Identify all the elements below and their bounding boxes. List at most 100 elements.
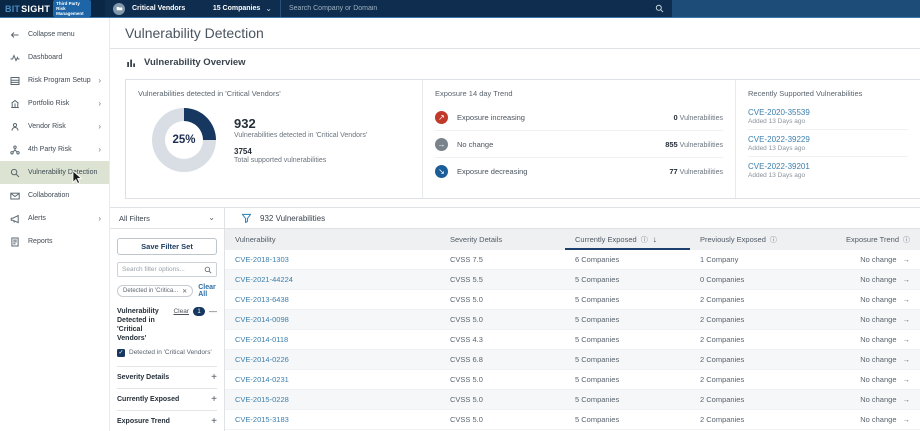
arrow-right-icon: → bbox=[903, 375, 911, 384]
total-count-caption: Total supported vulnerabilities bbox=[234, 157, 367, 164]
bitsight-logo[interactable]: BIT SIGHT Third Party Risk Management bbox=[0, 0, 105, 17]
header-vulnerability[interactable]: Vulnerability bbox=[225, 229, 440, 250]
exposure-trend-cell: No change → bbox=[815, 375, 920, 384]
exposure-trend-cell: No change → bbox=[815, 395, 920, 404]
donut-chart: 25% bbox=[152, 108, 216, 172]
main-content: Vulnerability Detection Vulnerability Ov… bbox=[110, 18, 920, 431]
header-currently-exposed[interactable]: Currently Exposed ⓘ ↓ bbox=[565, 229, 690, 250]
severity-cell: CVSS 5.0 bbox=[440, 315, 565, 324]
cve-link[interactable]: CVE-2015-0228 bbox=[225, 395, 440, 404]
header-severity-details[interactable]: Severity Details bbox=[440, 229, 565, 250]
filter-group-severity-details[interactable]: Severity Details + bbox=[117, 366, 217, 388]
cve-link[interactable]: CVE-2020-35539 bbox=[748, 108, 908, 117]
search-input[interactable] bbox=[289, 5, 655, 12]
cve-link[interactable]: CVE-2022-39201 bbox=[748, 162, 908, 171]
severity-cell: CVSS 5.0 bbox=[440, 415, 565, 424]
cve-link[interactable]: CVE-2013-6438 bbox=[225, 295, 440, 304]
search-icon[interactable] bbox=[655, 4, 664, 13]
sidebar-item-reports[interactable]: Reports bbox=[0, 230, 109, 253]
arrow-left-icon bbox=[10, 30, 20, 40]
filter-group-exposure-trend[interactable]: Exposure Trend + bbox=[117, 410, 217, 431]
sidebar-item-label: Reports bbox=[28, 238, 53, 245]
trend-row: ↘ Exposure decreasing 77 Vulnerabilities bbox=[435, 158, 723, 185]
trend-flat-icon: → bbox=[435, 138, 448, 151]
header-previously-exposed[interactable]: Previously Exposed ⓘ bbox=[690, 229, 815, 250]
filter-chip[interactable]: Detected in 'Critica... ✕ bbox=[117, 285, 193, 297]
recent-vulnerability-item: CVE-2022-39201 Added 13 Days ago bbox=[748, 157, 908, 183]
sidebar-item-dashboard[interactable]: Dashboard bbox=[0, 46, 109, 69]
currently-exposed-cell: 5 Companies bbox=[565, 335, 690, 344]
chevron-right-icon: › bbox=[98, 145, 101, 154]
filter-group-currently-exposed[interactable]: Currently Exposed + bbox=[117, 388, 217, 410]
added-date: Added 13 Days ago bbox=[748, 145, 908, 152]
info-icon[interactable]: ⓘ bbox=[903, 235, 910, 245]
header-exposure-trend[interactable]: Exposure Trend ⓘ bbox=[815, 229, 920, 250]
exposure-trend-cell: No change → bbox=[815, 415, 920, 424]
currently-exposed-cell: 5 Companies bbox=[565, 315, 690, 324]
trend-panel-title: Exposure 14 day Trend bbox=[435, 89, 723, 98]
cve-link[interactable]: CVE-2018-1303 bbox=[225, 255, 440, 264]
filter-panel: Save Filter Set Detected in 'Critica... … bbox=[110, 229, 225, 431]
chevron-right-icon: › bbox=[98, 99, 101, 108]
table-body: CVE-2018-1303 CVSS 7.5 6 Companies 1 Com… bbox=[225, 250, 920, 431]
clear-all-link[interactable]: Clear All bbox=[198, 284, 217, 298]
logo-text-sight: SIGHT bbox=[21, 4, 50, 14]
top-navigation-bar: BIT SIGHT Third Party Risk Management Cr… bbox=[0, 0, 920, 18]
sidebar-item-alerts[interactable]: Alerts › bbox=[0, 207, 109, 230]
collapse-minus-icon[interactable]: — bbox=[209, 307, 217, 316]
folder-tier-icon bbox=[113, 3, 125, 15]
filter-count-badge: 1 bbox=[193, 307, 205, 316]
result-count: 932 Vulnerabilities bbox=[260, 214, 325, 223]
filter-search-input[interactable] bbox=[122, 266, 201, 273]
checkbox-checked[interactable]: ✓ bbox=[117, 349, 125, 357]
sidebar-item-portfolio-risk[interactable]: Portfolio Risk › bbox=[0, 92, 109, 115]
cve-link[interactable]: CVE-2015-3183 bbox=[225, 415, 440, 424]
donut-percent-label: 25% bbox=[172, 134, 195, 146]
sort-descending-icon[interactable]: ↓ bbox=[653, 235, 657, 244]
severity-cell: CVSS 5.5 bbox=[440, 275, 565, 284]
cve-link[interactable]: CVE-2021-44224 bbox=[225, 275, 440, 284]
cve-link[interactable]: CVE-2014-0118 bbox=[225, 335, 440, 344]
table-row: CVE-2015-3183 CVSS 5.0 5 Companies 2 Com… bbox=[225, 410, 920, 430]
save-filter-set-button[interactable]: Save Filter Set bbox=[117, 238, 217, 255]
sidebar-item-collaboration[interactable]: Collaboration bbox=[0, 184, 109, 207]
sidebar-item-vendor-risk[interactable]: Vendor Risk › bbox=[0, 115, 109, 138]
chevron-right-icon: › bbox=[98, 214, 101, 223]
companies-dropdown[interactable]: 15 Companies bbox=[213, 5, 260, 12]
all-filters-dropdown[interactable]: All Filters ⌄ bbox=[110, 208, 225, 228]
context-selector: Critical Vendors 15 Companies ⌄ bbox=[105, 0, 280, 17]
currently-exposed-cell: 5 Companies bbox=[565, 375, 690, 384]
cve-link[interactable]: CVE-2022-39229 bbox=[748, 135, 908, 144]
clear-filter-link[interactable]: Clear bbox=[173, 308, 189, 315]
sidebar-item-label: 4th Party Risk bbox=[28, 146, 72, 153]
vulnerability-overview-card: Vulnerabilities detected in 'Critical Ve… bbox=[125, 79, 920, 199]
risk-program-icon bbox=[10, 76, 20, 86]
cve-link[interactable]: CVE-2014-0098 bbox=[225, 315, 440, 324]
context-name: Critical Vendors bbox=[132, 5, 185, 12]
table-row: CVE-2018-1303 CVSS 7.5 6 Companies 1 Com… bbox=[225, 250, 920, 270]
trend-label: No change bbox=[457, 140, 493, 149]
checkbox-label: Detected in 'Critical Vendors' bbox=[129, 349, 212, 357]
close-icon[interactable]: ✕ bbox=[182, 288, 187, 295]
trend-row: ↗ Exposure increasing 0 Vulnerabilities bbox=[435, 104, 723, 131]
severity-cell: CVSS 7.5 bbox=[440, 255, 565, 264]
trend-rows: ↗ Exposure increasing 0 Vulnerabilities … bbox=[435, 104, 723, 185]
arrow-right-icon: → bbox=[903, 355, 911, 364]
logo-text-bit: BIT bbox=[5, 4, 20, 14]
sidebar-item-risk-program-setup[interactable]: Risk Program Setup › bbox=[0, 69, 109, 92]
info-icon[interactable]: ⓘ bbox=[770, 235, 777, 245]
info-icon[interactable]: ⓘ bbox=[641, 235, 648, 245]
table-row: CVE-2015-0228 CVSS 5.0 5 Companies 2 Com… bbox=[225, 390, 920, 410]
sidebar-item-vulnerability-detection[interactable]: Vulnerability Detection bbox=[0, 161, 109, 184]
trend-up-icon: ↗ bbox=[435, 111, 448, 124]
cve-link[interactable]: CVE-2014-0226 bbox=[225, 355, 440, 364]
sidebar-item-4th-party-risk[interactable]: 4th Party Risk › bbox=[0, 138, 109, 161]
chevron-right-icon: › bbox=[98, 76, 101, 85]
expand-plus-icon[interactable]: + bbox=[211, 416, 217, 427]
expand-plus-icon[interactable]: + bbox=[211, 394, 217, 405]
page-title: Vulnerability Detection bbox=[125, 25, 264, 41]
expand-plus-icon[interactable]: + bbox=[211, 372, 217, 383]
sidebar-item-collapse-menu[interactable]: Collapse menu bbox=[0, 23, 109, 46]
cve-link[interactable]: CVE-2014-0231 bbox=[225, 375, 440, 384]
arrow-right-icon: → bbox=[903, 255, 911, 264]
